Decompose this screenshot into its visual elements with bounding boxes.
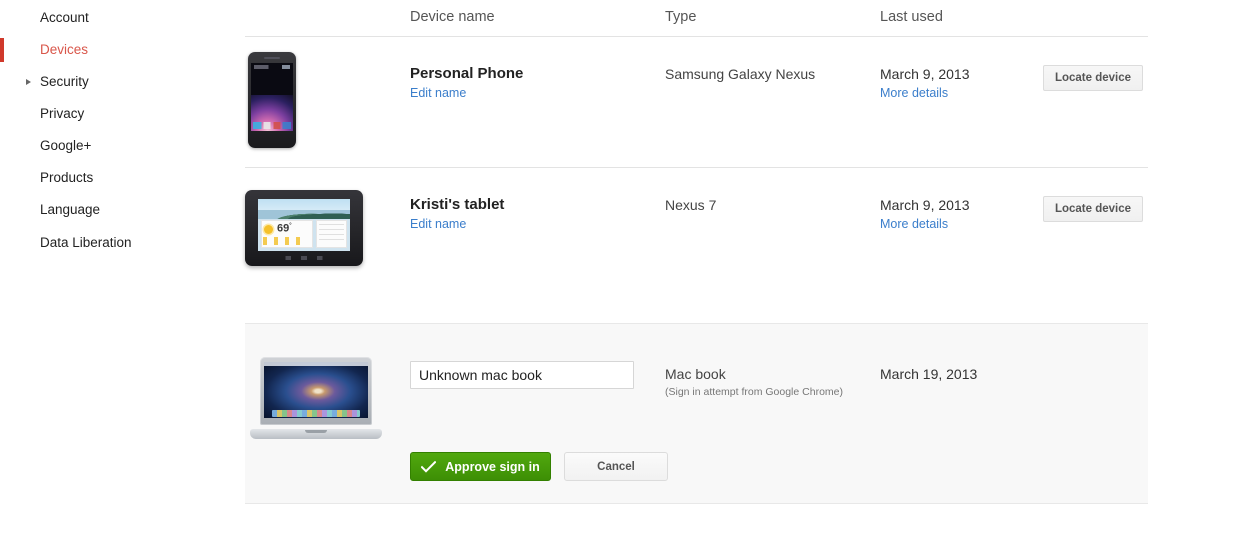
sidebar-item-privacy[interactable]: Privacy [0, 98, 240, 130]
sidebar-item-label: Privacy [40, 106, 85, 122]
table-row: Personal Phone Edit name Samsung Galaxy … [245, 48, 1148, 166]
device-name-input[interactable] [410, 361, 634, 389]
sidebar-item-label: Devices [40, 42, 89, 58]
nexus-7-tablet-thumbnail: 69° [245, 190, 363, 266]
pending-signin-panel: Mac book (Sign in attempt from Google Ch… [245, 323, 1148, 504]
more-details-link[interactable]: More details [880, 217, 948, 231]
locate-device-button[interactable]: Locate device [1043, 65, 1143, 91]
sidebar-item-label: Products [40, 170, 94, 186]
row-divider [245, 167, 1148, 168]
sidebar-item-googleplus[interactable]: Google+ [0, 130, 240, 162]
sidebar-item-products[interactable]: Products [0, 162, 240, 194]
approve-sign-in-label: Approve sign in [445, 459, 540, 474]
table-header-row: Device name Type Last used [245, 0, 1148, 37]
sidebar-item-account[interactable]: Account [0, 2, 240, 34]
sidebar-item-label: Data Liberation [40, 235, 132, 251]
approve-sign-in-button[interactable]: Approve sign in [410, 452, 551, 481]
sidebar-item-label: Account [40, 10, 89, 26]
column-header-last-used: Last used [880, 9, 943, 25]
sidebar-item-label: Security [40, 74, 89, 90]
table-row: 69° Kristi's tablet Edit name Nexus 7 Ma… [245, 179, 1148, 289]
device-last-used: March 9, 2013 [880, 197, 970, 213]
more-details-link[interactable]: More details [880, 86, 948, 100]
edit-name-link[interactable]: Edit name [410, 217, 466, 231]
sidebar-item-label: Google+ [40, 138, 92, 154]
device-name: Personal Phone [410, 65, 524, 82]
device-name: Kristi's tablet [410, 196, 505, 213]
column-header-type: Type [665, 9, 697, 25]
device-type: Samsung Galaxy Nexus [665, 66, 816, 82]
sidebar-item-devices[interactable]: Devices [0, 34, 240, 66]
macbook-pro-thumbnail [250, 357, 382, 439]
column-header-device-name: Device name [410, 9, 495, 25]
sidebar-item-label: Language [40, 202, 101, 218]
sidebar-item-security[interactable]: Security [0, 66, 240, 98]
tablet-weather-temperature: 69° [277, 222, 292, 235]
pending-device-type: Mac book [665, 366, 726, 382]
sidebar-item-language[interactable]: Language [0, 194, 240, 226]
locate-device-button[interactable]: Locate device [1043, 196, 1143, 222]
header-divider [245, 36, 1148, 37]
device-last-used: March 9, 2013 [880, 66, 970, 82]
edit-name-link[interactable]: Edit name [410, 86, 466, 100]
sidebar-item-data-liberation[interactable]: Data Liberation [0, 227, 240, 259]
device-type: Nexus 7 [665, 197, 717, 213]
chevron-right-icon [26, 78, 31, 85]
active-indicator-bar [0, 38, 4, 62]
pending-device-type-note: (Sign in attempt from Google Chrome) [665, 386, 843, 398]
check-icon [421, 460, 437, 473]
pending-last-used: March 19, 2013 [880, 366, 978, 382]
cancel-button[interactable]: Cancel [564, 452, 668, 481]
sidebar: Account Devices Security Privacy Google+… [0, 0, 240, 550]
android-phone-thumbnail [248, 52, 296, 148]
